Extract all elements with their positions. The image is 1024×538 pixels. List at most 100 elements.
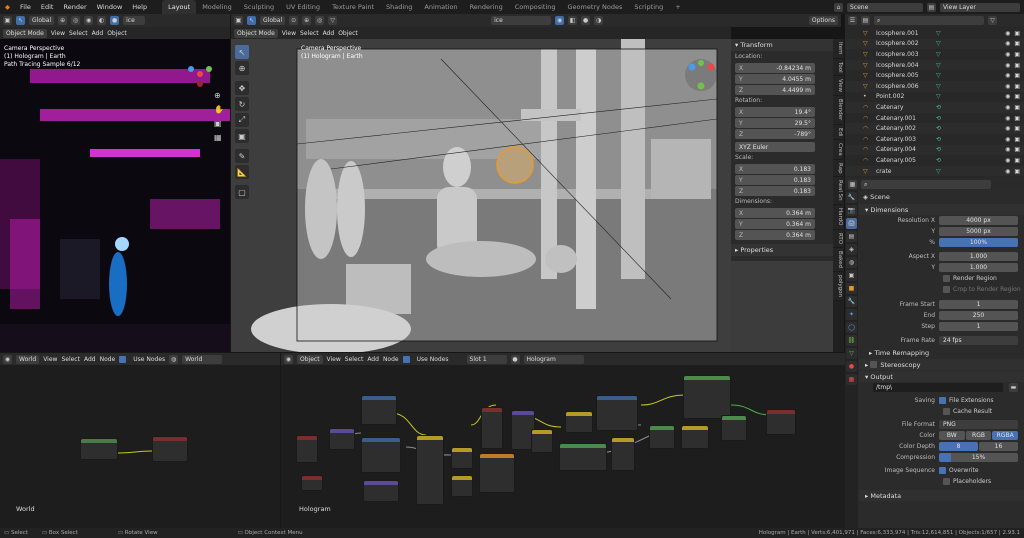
location-y-field[interactable]: Y 4.0455 m	[735, 74, 815, 84]
transform-tool-icon[interactable]: ▣	[235, 129, 249, 143]
scene-selector[interactable]: Scene	[847, 2, 923, 12]
material-datablock[interactable]: Hologram	[523, 354, 584, 364]
visibility-eye-icon[interactable]: ◉	[1005, 115, 1010, 122]
modifier-props-icon[interactable]: 🔧	[846, 296, 857, 307]
object-node-canvas[interactable]: Hologram	[281, 365, 845, 528]
shader-node[interactable]	[329, 428, 355, 450]
tab-rap[interactable]: Rap	[833, 159, 843, 178]
node-editor-type-icon[interactable]: ◉	[3, 354, 12, 364]
tab-texture-paint[interactable]: Texture Paint	[326, 0, 380, 14]
outliner-search-input[interactable]: ⌕	[874, 15, 984, 25]
shader-node[interactable]	[596, 395, 638, 431]
visibility-eye-icon[interactable]: ◉	[1005, 62, 1010, 69]
world-datablock[interactable]: World	[182, 354, 223, 364]
outliner-item[interactable]: ▽ Icosphere.006 ▽ ◉ ▣	[845, 80, 1024, 92]
object-data-icon[interactable]: ⟲	[936, 115, 941, 122]
visibility-eye-icon[interactable]: ◉	[1005, 146, 1010, 153]
properties-panel-header[interactable]: ▸ Properties	[731, 244, 833, 256]
object-data-icon[interactable]: ⟲	[936, 125, 941, 132]
shader-node[interactable]	[649, 425, 675, 449]
world-output-node[interactable]	[152, 436, 188, 462]
menu-window[interactable]: Window	[92, 0, 128, 14]
shader-node[interactable]	[766, 409, 796, 435]
frame-step-field[interactable]: 1	[939, 322, 1018, 331]
tab-polygon[interactable]: polygon	[833, 271, 843, 301]
view-layer-selector[interactable]: View Layer	[940, 2, 1020, 12]
left-search-input[interactable]: ice	[123, 16, 146, 25]
cache-result-checkbox[interactable]	[943, 408, 950, 415]
outliner-item[interactable]: ▽ Icosphere.004 ▽ ◉ ▣	[845, 59, 1024, 71]
menu-help[interactable]: Help	[127, 0, 152, 14]
shader-node[interactable]	[361, 437, 401, 473]
transform-panel-header[interactable]: ▾ Transform	[731, 39, 833, 51]
rotation-z-field[interactable]: Z -789°	[735, 129, 815, 139]
world-use-nodes-checkbox[interactable]	[119, 355, 127, 363]
color-rgba-option[interactable]: RGBA	[992, 431, 1019, 440]
render-region-checkbox[interactable]	[943, 275, 950, 282]
object-menu-node[interactable]: Node	[383, 356, 399, 363]
scene-props-icon[interactable]: ◈	[846, 244, 857, 255]
main-editor-type-icon[interactable]: ▣	[234, 16, 243, 25]
outliner-editor-icon[interactable]: ☰	[848, 15, 857, 25]
tab-uv-editing[interactable]: UV Editing	[280, 0, 326, 14]
object-data-icon[interactable]: ▽	[936, 93, 941, 100]
main-snap-icon[interactable]: ⊕	[302, 16, 312, 25]
tab-sculpting[interactable]: Sculpting	[238, 0, 280, 14]
main-nav-gizmo[interactable]	[683, 57, 719, 95]
shader-node[interactable]	[451, 447, 473, 469]
shader-node[interactable]	[416, 435, 444, 505]
visibility-eye-icon[interactable]: ◉	[1005, 136, 1010, 143]
tab-compositing[interactable]: Compositing	[509, 0, 562, 14]
depth-16-option[interactable]: 16	[979, 442, 1018, 451]
pan-hand-icon[interactable]: ✋	[214, 103, 224, 117]
visibility-eye-icon[interactable]: ◉	[1005, 125, 1010, 132]
data-props-icon[interactable]: ▽	[846, 348, 857, 359]
object-data-icon[interactable]: ▽	[936, 30, 941, 37]
object-props-icon[interactable]: ■	[846, 283, 857, 294]
visibility-eye-icon[interactable]: ◉	[1005, 93, 1010, 100]
outliner-display-mode-icon[interactable]: ▤	[861, 15, 870, 25]
shader-node[interactable]	[479, 453, 515, 493]
render-camera-icon[interactable]: ▣	[1014, 146, 1020, 153]
tab-tool[interactable]: Tool	[833, 58, 843, 77]
resolution-y-field[interactable]: 5000 px	[939, 227, 1018, 236]
render-camera-icon[interactable]: ▣	[1014, 40, 1020, 47]
stereoscopy-checkbox[interactable]	[870, 361, 878, 368]
render-camera-icon[interactable]: ▣	[1014, 83, 1020, 90]
main-xray-icon[interactable]: ◧	[568, 16, 578, 25]
shader-node[interactable]	[683, 375, 731, 419]
main-shading-material-icon[interactable]: ◑	[594, 16, 604, 25]
view-layer-props-icon[interactable]: ▤	[846, 231, 857, 242]
outliner-item[interactable]: ▽ crate ▽ ◉ ▣	[845, 165, 1024, 177]
tool-props-icon[interactable]: 🔧	[846, 192, 857, 203]
main-mode-selector[interactable]: Object Mode	[234, 28, 278, 38]
visibility-eye-icon[interactable]: ◉	[1005, 40, 1010, 47]
shader-node[interactable]	[611, 437, 635, 471]
compression-slider[interactable]: 15%	[939, 453, 1018, 462]
render-camera-icon[interactable]: ▣	[1014, 168, 1020, 175]
render-camera-icon[interactable]: ▣	[1014, 125, 1020, 132]
visibility-eye-icon[interactable]: ◉	[1005, 83, 1010, 90]
placeholders-checkbox[interactable]	[943, 478, 950, 485]
object-data-icon[interactable]: ⟲	[936, 157, 941, 164]
visibility-eye-icon[interactable]: ◉	[1005, 157, 1010, 164]
add-cube-tool-icon[interactable]: ▢	[235, 185, 249, 199]
file-extensions-checkbox[interactable]	[939, 397, 946, 404]
select-tool-icon[interactable]: ↖	[235, 45, 249, 59]
outliner-filter-icon[interactable]: ▽	[988, 15, 997, 25]
tab-baked[interactable]: Baked	[833, 247, 843, 272]
camera-icon[interactable]: ▣	[214, 117, 224, 131]
metadata-section-header[interactable]: ▸ Metadata	[859, 490, 1024, 501]
measure-tool-icon[interactable]: 📐	[235, 165, 249, 179]
frame-rate-select[interactable]: 24 fps	[939, 336, 1018, 345]
tab-real-snow[interactable]: Real Sn	[833, 177, 843, 205]
outliner-item[interactable]: ◠ Catenary.002 ⟲ ◉ ▣	[845, 123, 1024, 134]
shader-node[interactable]	[481, 407, 503, 449]
scale-x-field[interactable]: X 0.183	[735, 164, 815, 174]
outliner-item[interactable]: ▽ Icosphere.005 ▽ ◉ ▣	[845, 70, 1024, 81]
main-menu-view[interactable]: View	[282, 30, 296, 37]
shading-rendered-icon[interactable]: ●	[110, 16, 120, 25]
shader-node[interactable]	[451, 475, 473, 497]
object-data-icon[interactable]: ▽	[936, 168, 941, 175]
outliner-item[interactable]: ▽ Icosphere.003 ▽ ◉ ▣	[845, 49, 1024, 60]
